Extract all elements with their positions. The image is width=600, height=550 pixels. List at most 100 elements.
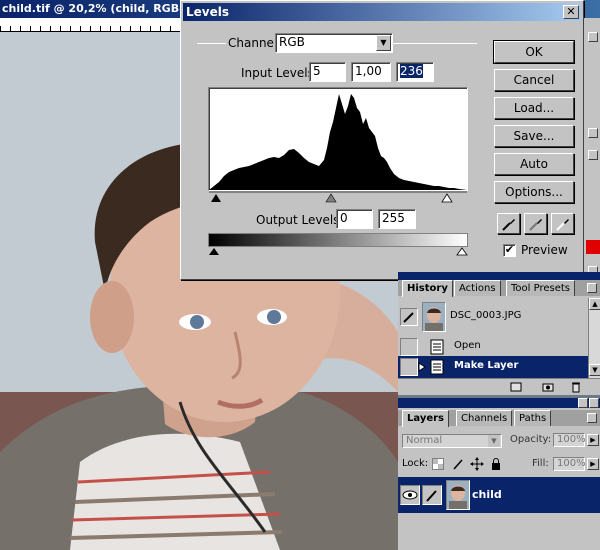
lock-move-icon[interactable] <box>470 457 484 471</box>
snapshot-name: DSC_0003.JPG <box>450 310 522 321</box>
input-levels-slider[interactable] <box>209 191 467 203</box>
history-step-label: Open <box>454 340 481 351</box>
lock-label: Lock: <box>402 458 429 469</box>
tab-paths[interactable]: Paths <box>514 410 552 426</box>
input-gamma-value: 1,00 <box>355 64 382 78</box>
input-levels-label: Input Levels: <box>241 66 318 80</box>
layer-name: child <box>472 488 502 501</box>
palette-arrow-button[interactable] <box>588 128 598 138</box>
eyedropper-white-icon <box>556 219 569 231</box>
scroll-down-icon[interactable]: ▼ <box>589 364 600 376</box>
input-gamma-field[interactable]: 1,00 <box>351 62 391 82</box>
layer-visibility-toggle[interactable] <box>400 485 420 505</box>
layers-palette-titlebar[interactable] <box>398 398 600 408</box>
tab-actions[interactable]: Actions <box>454 280 501 296</box>
channel-select[interactable]: RGB ▼ <box>275 33 393 53</box>
fill-value: 100% <box>557 458 586 469</box>
layer-link-toggle[interactable] <box>422 485 442 505</box>
output-levels-slider[interactable] <box>208 246 468 256</box>
histogram-graph <box>209 94 467 190</box>
history-source-box[interactable] <box>400 358 418 376</box>
input-white-field[interactable]: 236 <box>396 62 434 82</box>
lock-brush-icon[interactable] <box>452 458 464 470</box>
output-white-handle <box>456 247 468 256</box>
output-gradient-bar <box>208 233 468 247</box>
histogram <box>208 87 468 191</box>
ok-button[interactable]: OK <box>493 40 575 64</box>
load-button[interactable]: Load... <box>494 97 574 119</box>
history-step-open[interactable]: Open <box>398 336 588 358</box>
fill-field[interactable]: 100% <box>553 457 586 471</box>
scroll-up-icon[interactable]: ▲ <box>589 298 600 310</box>
close-icon: ✕ <box>566 5 576 18</box>
input-black-value: 5 <box>313 64 321 78</box>
history-step-make-layer[interactable]: Make Layer <box>398 356 588 378</box>
layer-thumbnail <box>446 480 470 510</box>
gray-eyedropper-button[interactable] <box>524 213 547 234</box>
output-black-value: 0 <box>340 211 348 225</box>
output-white-field[interactable]: 255 <box>378 209 416 229</box>
output-white-value: 255 <box>382 211 405 225</box>
history-footer <box>398 378 600 395</box>
layers-menu-button[interactable] <box>587 413 597 423</box>
chevron-down-icon[interactable]: ▼ <box>376 35 391 51</box>
history-menu-button[interactable] <box>587 283 597 293</box>
new-document-icon[interactable] <box>510 381 522 393</box>
blend-mode-select[interactable]: Normal ▼ <box>402 434 502 448</box>
trash-icon[interactable] <box>570 381 582 393</box>
levels-title: Levels <box>186 5 230 19</box>
layers-empty-area <box>398 513 600 550</box>
history-palette-titlebar[interactable] <box>398 272 600 280</box>
auto-button[interactable]: Auto <box>494 153 574 175</box>
cancel-button[interactable]: Cancel <box>494 69 574 91</box>
lock-all-icon[interactable] <box>490 457 502 471</box>
snapshot-source-icon[interactable] <box>400 308 418 326</box>
output-black-field[interactable]: 0 <box>336 209 373 229</box>
channel-value: RGB <box>279 35 305 49</box>
lock-transparency-icon[interactable] <box>432 458 444 470</box>
layer-row[interactable]: child <box>398 477 600 513</box>
document-title: child.tif @ 20,2% (child, RGB#) <box>2 2 194 15</box>
opacity-arrow-icon[interactable]: ▶ <box>587 434 599 446</box>
white-eyedropper-button[interactable] <box>551 213 574 234</box>
history-state-icon <box>430 359 444 375</box>
eyedropper-black-icon <box>502 219 515 231</box>
tab-tool-presets[interactable]: Tool Presets <box>506 280 575 296</box>
save-button[interactable]: Save... <box>494 125 574 147</box>
output-black-handle <box>209 248 219 255</box>
opacity-value: 100% <box>557 434 586 445</box>
preview-checkbox[interactable]: ✔ <box>503 244 516 257</box>
close-button[interactable]: ✕ <box>563 5 579 19</box>
palette-arrow-button[interactable] <box>588 32 598 42</box>
input-black-field[interactable]: 5 <box>309 62 346 82</box>
blend-mode-value: Normal <box>406 435 443 446</box>
output-levels-label: Output Levels: <box>256 213 344 227</box>
levels-dialog[interactable]: Levels ✕ Channel: RGB ▼ Input Levels: 5 … <box>180 0 584 280</box>
input-white-value: 236 <box>400 64 423 78</box>
tab-layers[interactable]: Layers <box>402 410 449 427</box>
eye-icon <box>402 490 418 500</box>
close-palette-button[interactable] <box>589 398 599 408</box>
snapshot-camera-icon[interactable] <box>542 381 554 393</box>
history-scrollbar[interactable]: ▲ ▼ <box>588 298 600 378</box>
levels-title-bar[interactable]: Levels ✕ <box>183 3 581 21</box>
tab-channels[interactable]: Channels <box>456 410 513 426</box>
chevron-down-icon[interactable]: ▼ <box>488 435 500 447</box>
brush-icon <box>426 490 437 502</box>
thumbnail-image <box>425 307 443 331</box>
opacity-field[interactable]: 100% <box>553 433 586 447</box>
history-source-box[interactable] <box>400 338 418 356</box>
options-button[interactable]: Options... <box>494 181 574 203</box>
black-eyedropper-button[interactable] <box>497 213 520 234</box>
gamma-handle <box>325 193 337 203</box>
minimize-button[interactable] <box>578 398 588 408</box>
opacity-label: Opacity: <box>510 434 552 445</box>
fill-arrow-icon[interactable]: ▶ <box>587 458 599 470</box>
palette-arrow-button[interactable] <box>588 150 598 160</box>
tab-history[interactable]: History <box>402 280 453 297</box>
snapshot-thumbnail <box>422 302 446 332</box>
history-tabs: History Actions Tool Presets <box>398 280 600 297</box>
history-step-label: Make Layer <box>454 360 519 371</box>
color-swatch[interactable] <box>586 240 600 254</box>
history-snapshot-row[interactable]: DSC_0003.JPG <box>398 298 588 336</box>
